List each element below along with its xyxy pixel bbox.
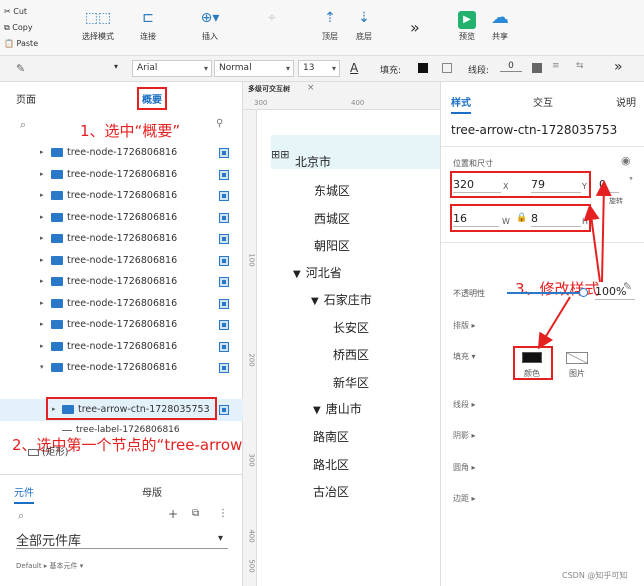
arrow-to-color	[537, 296, 571, 350]
arrow-to-size	[595, 180, 612, 283]
watermark: CSDN @知乎可知	[562, 571, 628, 580]
annotation-arrows	[537, 180, 612, 350]
arrow-to-position	[583, 204, 601, 283]
